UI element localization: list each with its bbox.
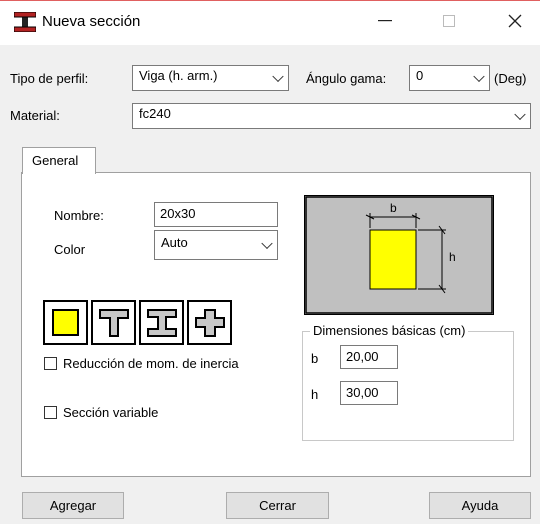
window-title: Nueva sección — [42, 13, 141, 30]
dimension-b-input[interactable]: 20,00 — [340, 345, 398, 369]
section-diagram: b h — [304, 195, 494, 315]
inertia-reduction-label: Reducción de mom. de inercia — [63, 356, 239, 371]
material-select[interactable]: fc240 — [132, 103, 531, 129]
maximize-icon — [443, 15, 455, 27]
add-button[interactable]: Agregar — [22, 492, 124, 519]
dimension-h-input[interactable]: 30,00 — [340, 381, 398, 405]
diagram-h-label: h — [449, 250, 456, 264]
gamma-value: 0 — [416, 68, 424, 83]
profile-type-value: Viga (h. arm.) — [139, 68, 218, 83]
i-section-icon — [146, 308, 177, 337]
section-shape-toolbar — [43, 300, 243, 347]
profile-type-label: Tipo de perfil: — [10, 71, 89, 86]
minimize-button[interactable] — [362, 6, 408, 36]
t-section-button[interactable] — [91, 300, 136, 345]
gamma-unit: (Deg) — [494, 71, 527, 86]
chevron-down-icon — [473, 70, 485, 83]
rectangle-section-icon — [52, 309, 79, 336]
material-value: fc240 — [139, 106, 171, 121]
dimensions-title: Dimensiones básicas (cm) — [310, 323, 469, 338]
app-icon — [14, 12, 36, 32]
variable-section-checkbox[interactable] — [44, 406, 57, 419]
material-label: Material: — [10, 108, 60, 123]
dimensions-group — [302, 331, 514, 441]
name-label: Nombre: — [54, 208, 104, 223]
close-icon — [508, 14, 522, 28]
minimize-icon — [378, 20, 392, 22]
gamma-label: Ángulo gama: — [306, 71, 387, 86]
dimension-h-label: h — [311, 387, 319, 402]
chevron-down-icon — [514, 108, 526, 121]
maximize-button — [426, 6, 472, 36]
tab-general-label: General — [32, 153, 79, 168]
tab-general[interactable]: General — [22, 147, 96, 174]
t-section-icon — [98, 308, 129, 337]
close-window-button[interactable] — [492, 6, 538, 36]
name-input[interactable]: 20x30 — [154, 202, 278, 227]
variable-section-label: Sección variable — [63, 405, 159, 420]
color-label: Color — [54, 242, 86, 257]
i-section-button[interactable] — [139, 300, 184, 345]
help-button[interactable]: Ayuda — [429, 492, 531, 519]
color-select[interactable]: Auto — [154, 230, 278, 260]
dimension-b-label: b — [311, 351, 319, 366]
gamma-select[interactable]: 0 — [409, 65, 490, 91]
section-rectangle — [369, 229, 417, 290]
diagram-b-label: b — [390, 201, 397, 215]
chevron-down-icon — [272, 70, 284, 83]
profile-type-select[interactable]: Viga (h. arm.) — [132, 65, 289, 91]
cross-section-icon — [194, 308, 225, 337]
inertia-reduction-checkbox[interactable] — [44, 357, 57, 370]
rectangle-section-button[interactable] — [43, 300, 88, 345]
chevron-down-icon — [261, 237, 273, 250]
cross-section-button[interactable] — [187, 300, 232, 345]
color-value: Auto — [161, 235, 188, 250]
close-button[interactable]: Cerrar — [226, 492, 329, 519]
